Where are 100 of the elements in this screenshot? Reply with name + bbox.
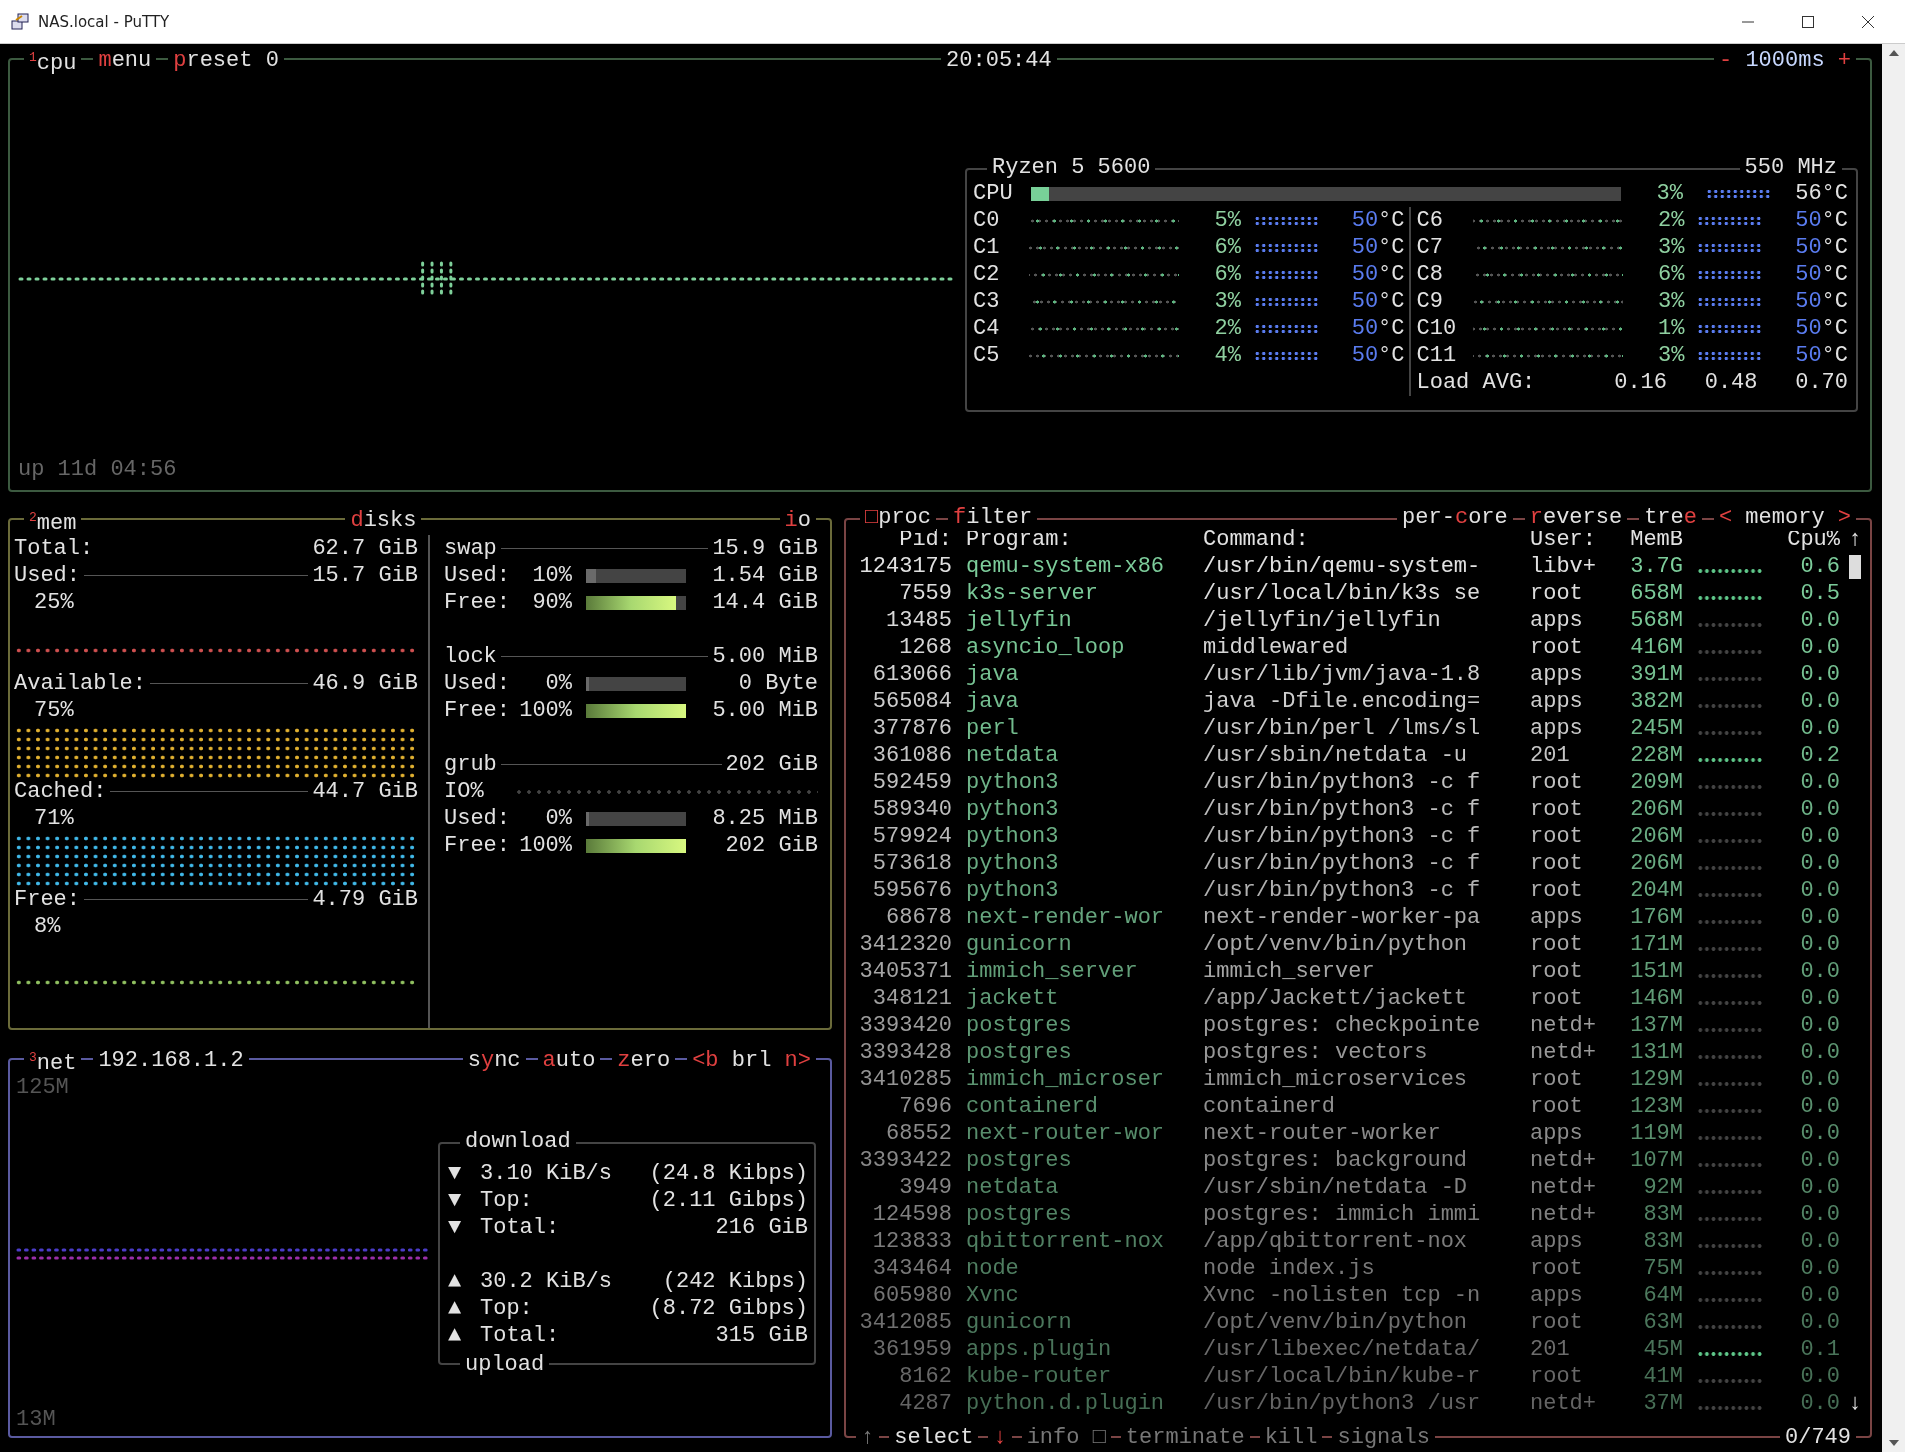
table-cell-text: 0.0	[1799, 1148, 1840, 1173]
cpu-usage-graph	[1697, 1296, 1763, 1303]
disk-stat-label: Used:	[444, 806, 511, 831]
table-cell-text: postgres: vectors	[1203, 1040, 1429, 1065]
table-cell-text: 68552	[885, 1121, 953, 1146]
table-cell-text: root	[1530, 959, 1584, 984]
table-cell-text: netd+	[1530, 1202, 1597, 1227]
temperature-graph	[1253, 351, 1319, 361]
table-cell-text: 64M	[1642, 1283, 1683, 1308]
table-cell-text: 13485	[885, 608, 953, 633]
disk-name: grub	[444, 752, 497, 777]
table-cell-text: /usr/bin/perl /lms/sl	[1203, 716, 1482, 741]
disk-percent: 10%	[531, 563, 572, 588]
table-cell-text: 3949	[898, 1175, 953, 1200]
table-cell-text: 0.6	[1799, 554, 1840, 579]
disk-value: 1.54 GiB	[711, 563, 818, 588]
table-cell-text: 0.1	[1799, 1337, 1840, 1362]
table-cell-text: 382M	[1629, 689, 1683, 714]
cpu-usage-graph	[1697, 1026, 1763, 1033]
table-cell-text: 124598	[871, 1202, 953, 1227]
cpu-usage-graph	[1697, 567, 1763, 574]
disk-name: lock	[444, 644, 497, 669]
scroll-up-icon[interactable]	[1888, 50, 1899, 56]
disk-value: 202 GiB	[724, 833, 818, 858]
table-cell-text: 45M	[1642, 1337, 1683, 1362]
table-cell-text: netd+	[1530, 1013, 1597, 1038]
table-cell-text: 3410285	[858, 1067, 953, 1092]
core-temperature: 50°C	[1350, 261, 1405, 288]
table-cell-text: 0.0	[1799, 1013, 1840, 1038]
temperature-graph	[1253, 297, 1319, 307]
table-cell-text: 0.0	[1799, 1391, 1840, 1416]
table-cell-text: /usr/bin/python3 -c f	[1203, 797, 1482, 822]
table-cell-text: 377876	[871, 716, 953, 741]
panel-tab[interactable]: filter	[948, 505, 1038, 531]
action-button[interactable]: signals	[1332, 1425, 1435, 1451]
table-cell-text: root	[1530, 851, 1584, 876]
disk-name: swap	[444, 536, 497, 561]
scroll-down-icon[interactable]	[1888, 1440, 1899, 1446]
disk-value: 0 Byte	[737, 671, 818, 696]
table-cell-text: 0.0	[1799, 716, 1840, 741]
core-percent: 3%	[1213, 288, 1241, 315]
table-cell-text: postgres: checkpointe	[1203, 1013, 1482, 1038]
scroll-down-arrow[interactable]: ↓	[1848, 1391, 1862, 1416]
table-cell-text: /usr/local/bin/k3s se	[1203, 581, 1482, 606]
cpu-usage-graph	[1697, 702, 1763, 709]
table-cell-text: java	[966, 662, 1020, 687]
cpu-label: CPU	[973, 180, 1014, 207]
table-cell-text: 7559	[898, 581, 953, 606]
table-cell-text: 1243175	[858, 554, 953, 579]
table-cell-text: 0.0	[1799, 1202, 1840, 1227]
core-temperature: 50°C	[1794, 288, 1848, 315]
cpu-usage-graph	[1697, 783, 1763, 790]
load-value: 0.70	[1794, 369, 1848, 396]
memory-label: Available:	[14, 671, 147, 696]
table-cell-text: 579924	[871, 824, 953, 849]
scrollbar[interactable]	[1882, 44, 1905, 1452]
table-cell-text: immich_server	[966, 959, 1139, 984]
scale-label: 125M	[16, 1075, 70, 1100]
close-icon[interactable]	[1860, 13, 1876, 30]
scroll-thumb[interactable]	[1849, 554, 1861, 579]
table-cell-text: postgres	[966, 1013, 1073, 1038]
cpu-usage-graph	[1697, 1350, 1763, 1357]
core-name: C9	[1416, 288, 1444, 315]
panel-tab[interactable]: tree	[1639, 505, 1702, 531]
table-cell-text: 0.0	[1799, 1094, 1840, 1119]
temperature-graph	[1253, 216, 1319, 226]
stat-value: (24.8 Kibps)	[649, 1161, 808, 1186]
temperature-graph	[1697, 216, 1762, 226]
table-cell-text: apps	[1530, 1229, 1584, 1254]
table-cell-text: 595676	[871, 878, 953, 903]
cpu-usage-graph	[1697, 972, 1763, 979]
maximize-icon[interactable]	[1800, 13, 1816, 30]
memory-percent: 75%	[33, 698, 74, 723]
core-temperature: 50°C	[1350, 207, 1405, 234]
table-cell-text: root	[1530, 581, 1584, 606]
table-cell-text: root	[1530, 824, 1584, 849]
disk-percent: 90%	[531, 590, 572, 615]
cpu-usage-graph	[1697, 621, 1763, 628]
table-cell-text: root	[1530, 770, 1584, 795]
core-percent: 3%	[1657, 342, 1685, 369]
table-cell-text: 3393422	[858, 1148, 953, 1173]
table-cell-text: jellyfin	[966, 608, 1073, 633]
table-cell-text: root	[1530, 797, 1584, 822]
temperature-graph	[1697, 351, 1762, 361]
table-cell-text: 206M	[1629, 851, 1683, 876]
table-cell-text: next-render-wor	[966, 905, 1166, 930]
table-cell-text: /usr/bin/python3 /usr	[1203, 1391, 1482, 1416]
table-cell-text: postgres: immich immi	[1203, 1202, 1482, 1227]
memory-value: 46.9 GiB	[312, 671, 418, 696]
table-cell-text: gunicorn	[966, 1310, 1073, 1335]
table-cell-text: 3393420	[858, 1013, 953, 1038]
memory-label: Used:	[14, 563, 80, 588]
disk-percent: 0%	[544, 806, 572, 831]
upload-arrow: ▲	[448, 1323, 463, 1348]
cpu-usage-graph	[1697, 1134, 1763, 1141]
memory-value: 44.7 GiB	[312, 779, 418, 804]
table-cell-text: python3	[966, 797, 1060, 822]
table-cell-text: java -Dfile.encoding=	[1203, 689, 1482, 714]
core-temperature: 50°C	[1794, 342, 1848, 369]
core-percent: 6%	[1213, 261, 1241, 288]
